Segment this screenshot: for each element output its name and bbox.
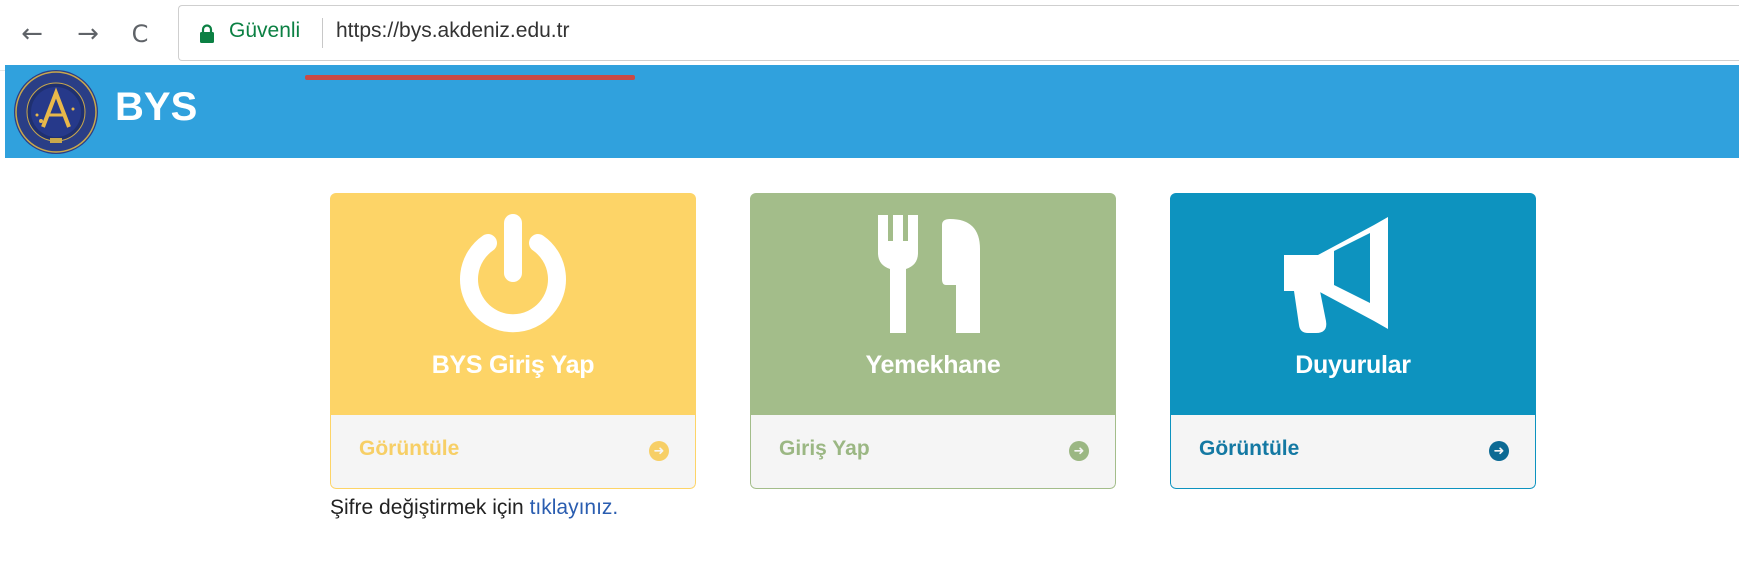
tile-title: Yemekhane [865,351,1001,379]
url-text[interactable]: https://bys.akdeniz.edu.tr [336,19,569,43]
tile-header: BYS Giriş Yap [330,193,696,415]
tile-bys-login[interactable]: BYS Giriş Yap Görüntüle ➜ [330,193,696,489]
tile-action-label: Giriş Yap [779,437,870,460]
tile-action-label: Görüntüle [359,437,460,460]
secure-label: Güvenli [229,19,301,42]
password-change-text: Şifre değiştirmek için [330,496,530,519]
tile-title: BYS Giriş Yap [431,351,595,379]
forward-button[interactable]: → [68,14,108,54]
university-seal-logo[interactable] [13,69,99,155]
lock-icon [200,24,214,43]
tile-header: Duyurular [1170,193,1536,415]
tile-cafeteria[interactable]: Yemekhane Giriş Yap ➜ [750,193,1116,489]
view-bys-button[interactable]: Görüntüle ➜ [330,415,696,489]
url-highlight-underline [305,75,635,80]
back-button[interactable]: ← [12,14,52,54]
cafeteria-login-button[interactable]: Giriş Yap ➜ [750,415,1116,489]
arrow-circle-icon: ➜ [649,441,669,461]
tile-header: Yemekhane [750,193,1116,415]
fork-knife-icon [878,215,980,333]
password-change-link[interactable]: tıklayınız. [530,496,619,519]
arrow-circle-icon: ➜ [1069,441,1089,461]
address-separator [322,18,323,48]
arrow-left-icon: ← [21,19,43,49]
power-icon [460,214,566,333]
view-announcements-button[interactable]: Görüntüle ➜ [1170,415,1536,489]
tile-action-label: Görüntüle [1199,437,1300,460]
arrow-circle-icon: ➜ [1489,441,1509,461]
app-header: BYS [5,65,1739,158]
tile-announcements[interactable]: Duyurular Görüntüle ➜ [1170,193,1536,489]
reload-button[interactable]: C [120,14,160,54]
reload-icon: C [131,20,149,48]
app-title: BYS [115,85,198,129]
browser-toolbar: ← → C Güvenli https://bys.akdeniz.edu.tr [0,0,1739,71]
address-bar[interactable]: Güvenli https://bys.akdeniz.edu.tr [178,5,1739,61]
password-change-note: Şifre değiştirmek için tıklayınız. [330,496,618,520]
tile-title: Duyurular [1295,351,1411,379]
megaphone-icon [1284,217,1388,333]
arrow-right-icon: → [77,19,99,49]
